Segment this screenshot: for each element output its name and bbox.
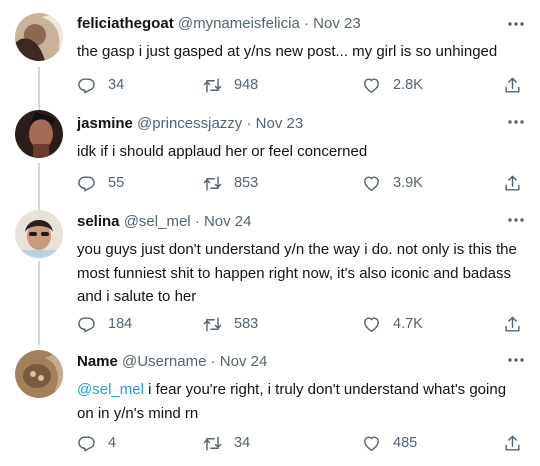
tweet[interactable]: jasmine @princessjazzy · Nov 23 idk if i… — [0, 110, 540, 210]
like-button[interactable]: 4.7K — [362, 313, 423, 335]
avatar[interactable] — [15, 110, 63, 158]
handle[interactable]: @princessjazzy — [137, 115, 242, 132]
retweet-count: 583 — [234, 316, 259, 332]
reply-count: 55 — [108, 175, 125, 191]
avatar[interactable] — [15, 210, 63, 258]
like-count: 4.7K — [393, 316, 423, 332]
date-separator: · — [190, 213, 204, 230]
more-options-icon[interactable] — [506, 212, 526, 228]
tweet-text: @sel_mel i fear you're right, i truly do… — [77, 378, 525, 425]
reply-icon — [77, 315, 96, 334]
share-icon — [503, 76, 522, 95]
share-button[interactable] — [503, 432, 522, 454]
heart-icon — [362, 434, 381, 453]
share-icon — [503, 315, 522, 334]
thread-connector-line — [38, 261, 40, 345]
more-options-icon[interactable] — [506, 114, 526, 130]
mention-link[interactable]: @sel_mel — [77, 381, 144, 398]
reply-thread: feliciathegoat @mynameisfelicia · Nov 23… — [0, 0, 540, 466]
tweet-header: selina @sel_mel · Nov 24 — [77, 212, 520, 232]
more-options-icon[interactable] — [506, 352, 526, 368]
reply-count: 34 — [108, 77, 125, 93]
retweet-button[interactable]: 948 — [203, 74, 258, 96]
tweet-actions: 34 948 2.8K — [77, 74, 527, 96]
like-button[interactable]: 3.9K — [362, 172, 423, 194]
tweet[interactable]: selina @sel_mel · Nov 24 you guys just d… — [0, 206, 540, 346]
handle[interactable]: @sel_mel — [124, 213, 191, 230]
tweet-text: idk if i should applaud her or feel conc… — [77, 143, 368, 160]
tweet[interactable]: Name @Username · Nov 24 @sel_mel i fear … — [0, 346, 540, 466]
reply-button[interactable]: 4 — [77, 432, 116, 454]
reply-button[interactable]: 184 — [77, 313, 132, 335]
share-button[interactable] — [503, 74, 522, 96]
like-button[interactable]: 2.8K — [362, 74, 423, 96]
timestamp[interactable]: Nov 23 — [313, 15, 361, 32]
handle[interactable]: @Username — [122, 353, 206, 370]
like-button[interactable]: 485 — [362, 432, 417, 454]
retweet-icon — [203, 174, 222, 193]
date-separator: · — [299, 15, 314, 32]
share-button[interactable] — [503, 172, 522, 194]
reply-count: 4 — [108, 435, 117, 451]
like-count: 3.9K — [393, 175, 423, 191]
date-separator: · — [242, 115, 256, 132]
heart-icon — [362, 76, 381, 95]
heart-icon — [362, 174, 381, 193]
retweet-count: 34 — [234, 435, 251, 451]
retweet-icon — [203, 315, 222, 334]
timestamp[interactable]: Nov 23 — [256, 115, 304, 132]
avatar[interactable] — [15, 350, 63, 398]
date-separator: · — [206, 353, 220, 370]
tweet-header: feliciathegoat @mynameisfelicia · Nov 23 — [77, 14, 520, 34]
retweet-button[interactable]: 34 — [203, 432, 250, 454]
tweet-text: you guys just don't understand y/n the w… — [77, 241, 517, 305]
reply-button[interactable]: 55 — [77, 172, 124, 194]
share-icon — [503, 434, 522, 453]
display-name[interactable]: Name — [77, 353, 118, 370]
like-count: 2.8K — [393, 77, 423, 93]
avatar[interactable] — [15, 13, 63, 61]
heart-icon — [362, 315, 381, 334]
retweet-count: 853 — [234, 175, 259, 191]
more-options-icon[interactable] — [506, 16, 526, 32]
display-name[interactable]: selina — [77, 213, 120, 230]
retweet-button[interactable]: 853 — [203, 172, 258, 194]
retweet-icon — [203, 76, 222, 95]
timestamp[interactable]: Nov 24 — [220, 353, 268, 370]
share-icon — [503, 174, 522, 193]
reply-icon — [77, 434, 96, 453]
timestamp[interactable]: Nov 24 — [204, 213, 252, 230]
tweet-header: jasmine @princessjazzy · Nov 23 — [77, 114, 520, 134]
tweet[interactable]: feliciathegoat @mynameisfelicia · Nov 23… — [0, 0, 540, 116]
tweet-actions: 4 34 485 — [77, 432, 527, 454]
reply-count: 184 — [108, 316, 133, 332]
thread-connector-line — [38, 163, 40, 210]
retweet-icon — [203, 434, 222, 453]
reply-button[interactable]: 34 — [77, 74, 124, 96]
retweet-button[interactable]: 583 — [203, 313, 258, 335]
display-name[interactable]: feliciathegoat — [77, 15, 174, 32]
tweet-text: the gasp i just gasped at y/ns new post.… — [77, 43, 498, 60]
reply-icon — [77, 76, 96, 95]
like-count: 485 — [393, 435, 418, 451]
retweet-count: 948 — [234, 77, 259, 93]
share-button[interactable] — [503, 313, 522, 335]
handle[interactable]: @mynameisfelicia — [178, 15, 300, 32]
tweet-actions: 55 853 3.9K — [77, 172, 527, 194]
tweet-header: Name @Username · Nov 24 — [77, 352, 520, 372]
thread-connector-line — [38, 67, 40, 112]
display-name[interactable]: jasmine — [77, 115, 133, 132]
tweet-actions: 184 583 4.7K — [77, 313, 527, 335]
reply-icon — [77, 174, 96, 193]
